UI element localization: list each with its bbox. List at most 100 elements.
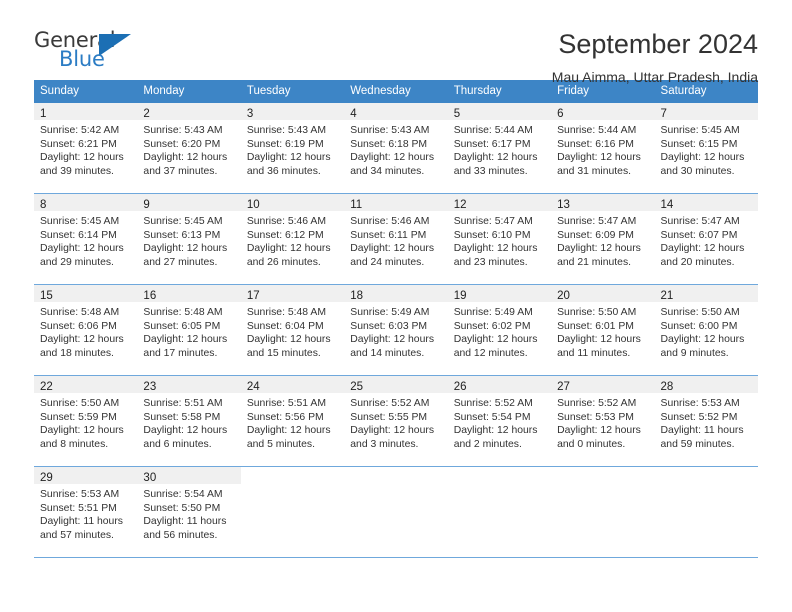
daylight-text-line1: Daylight: 12 hours xyxy=(453,152,538,164)
day-details: Sunrise: 5:43 AM Sunset: 6:18 PM Dayligh… xyxy=(344,120,447,178)
day-cell[interactable]: 14 Sunrise: 5:47 AM Sunset: 6:07 PM Dayl… xyxy=(654,194,758,284)
day-cell[interactable]: 16 Sunrise: 5:48 AM Sunset: 6:05 PM Dayl… xyxy=(137,285,241,375)
day-cell[interactable]: 15 Sunrise: 5:48 AM Sunset: 6:06 PM Dayl… xyxy=(34,285,138,375)
day-number: 22 xyxy=(40,381,53,393)
day-number: 9 xyxy=(143,199,150,211)
day-cell[interactable]: 25 Sunrise: 5:52 AM Sunset: 5:55 PM Dayl… xyxy=(344,376,448,466)
sunset-text: Sunset: 6:20 PM xyxy=(143,138,221,150)
daylight-text-line2: and 0 minutes. xyxy=(557,438,626,450)
daylight-text-line1: Daylight: 12 hours xyxy=(246,334,331,346)
sunset-text: Sunset: 6:15 PM xyxy=(660,138,738,150)
sunrise-text: Sunrise: 5:51 AM xyxy=(246,398,326,409)
day-number-band: 4 xyxy=(344,103,448,120)
sunrise-text: Sunrise: 5:46 AM xyxy=(350,216,430,227)
day-cell[interactable]: 17 Sunrise: 5:48 AM Sunset: 6:04 PM Dayl… xyxy=(240,285,345,375)
sunset-text: Sunset: 5:52 PM xyxy=(660,411,738,423)
day-cell[interactable]: 28 Sunrise: 5:53 AM Sunset: 5:52 PM Dayl… xyxy=(654,376,758,466)
day-number-band: 26 xyxy=(447,376,552,393)
sunrise-text: Sunrise: 5:49 AM xyxy=(453,307,533,318)
sunset-text: Sunset: 6:19 PM xyxy=(246,138,324,150)
daylight-text-line2: and 57 minutes. xyxy=(40,529,114,541)
day-number: 28 xyxy=(660,381,674,393)
sunrise-text: Sunrise: 5:48 AM xyxy=(143,307,223,318)
day-number-band: 16 xyxy=(137,285,241,302)
page-title: September 2024 xyxy=(558,29,758,59)
day-number-band: 13 xyxy=(551,194,655,211)
day-cell[interactable]: 27 Sunrise: 5:52 AM Sunset: 5:53 PM Dayl… xyxy=(551,376,655,466)
generalblue-logo[interactable]: General Blue xyxy=(34,28,144,76)
day-cell[interactable]: 23 Sunrise: 5:51 AM Sunset: 5:58 PM Dayl… xyxy=(137,376,241,466)
day-cell[interactable]: 11 Sunrise: 5:46 AM Sunset: 6:11 PM Dayl… xyxy=(344,194,448,284)
daylight-text-line1: Daylight: 12 hours xyxy=(557,152,641,164)
day-cell-empty xyxy=(551,467,655,557)
day-cell[interactable]: 20 Sunrise: 5:50 AM Sunset: 6:01 PM Dayl… xyxy=(551,285,655,375)
calendar-grid: Sunday Monday Tuesday Wednesday Thursday… xyxy=(34,80,758,558)
day-cell-empty xyxy=(654,467,758,557)
day-cell[interactable]: 13 Sunrise: 5:47 AM Sunset: 6:09 PM Dayl… xyxy=(551,194,655,284)
day-number-band: 20 xyxy=(551,285,655,302)
day-cell[interactable]: 2 Sunrise: 5:43 AM Sunset: 6:20 PM Dayli… xyxy=(137,103,241,193)
day-number-band: 22 xyxy=(34,376,138,393)
day-cell[interactable]: 24 Sunrise: 5:51 AM Sunset: 5:56 PM Dayl… xyxy=(240,376,345,466)
day-number-band: 12 xyxy=(447,194,552,211)
day-number-band: 29 xyxy=(34,467,138,484)
sunrise-text: Sunrise: 5:50 AM xyxy=(660,307,740,318)
day-cell[interactable]: 8 Sunrise: 5:45 AM Sunset: 6:14 PM Dayli… xyxy=(34,194,138,284)
daylight-text-line1: Daylight: 12 hours xyxy=(660,152,745,164)
day-number: 19 xyxy=(453,290,467,302)
day-cell[interactable]: 22 Sunrise: 5:50 AM Sunset: 5:59 PM Dayl… xyxy=(34,376,138,466)
daylight-text-line1: Daylight: 12 hours xyxy=(40,243,124,255)
sunrise-text: Sunrise: 5:52 AM xyxy=(557,398,637,409)
day-cell[interactable]: 4 Sunrise: 5:43 AM Sunset: 6:18 PM Dayli… xyxy=(344,103,448,193)
sunrise-text: Sunrise: 5:52 AM xyxy=(350,398,430,409)
day-details: Sunrise: 5:47 AM Sunset: 6:07 PM Dayligh… xyxy=(655,211,758,269)
day-cell-empty xyxy=(447,467,552,557)
day-number-band: 18 xyxy=(344,285,448,302)
day-number-band xyxy=(551,467,655,484)
day-cell[interactable]: 5 Sunrise: 5:44 AM Sunset: 6:17 PM Dayli… xyxy=(447,103,552,193)
daylight-text-line1: Daylight: 12 hours xyxy=(660,243,745,255)
sunrise-text: Sunrise: 5:45 AM xyxy=(143,216,223,227)
day-number-band: 19 xyxy=(447,285,552,302)
day-cell[interactable]: 1 Sunrise: 5:42 AM Sunset: 6:21 PM Dayli… xyxy=(34,103,138,193)
day-number: 10 xyxy=(246,199,260,211)
sunrise-text: Sunrise: 5:45 AM xyxy=(660,125,740,136)
day-number: 20 xyxy=(557,290,570,302)
day-cell[interactable]: 18 Sunrise: 5:49 AM Sunset: 6:03 PM Dayl… xyxy=(344,285,448,375)
day-number-band: 21 xyxy=(654,285,758,302)
sunrise-text: Sunrise: 5:43 AM xyxy=(350,125,430,136)
day-details: Sunrise: 5:52 AM Sunset: 5:54 PM Dayligh… xyxy=(448,393,551,451)
day-details: Sunrise: 5:49 AM Sunset: 6:02 PM Dayligh… xyxy=(448,302,551,360)
sunset-text: Sunset: 5:53 PM xyxy=(557,411,634,423)
day-cell[interactable]: 9 Sunrise: 5:45 AM Sunset: 6:13 PM Dayli… xyxy=(137,194,241,284)
daylight-text-line1: Daylight: 12 hours xyxy=(246,243,331,255)
weekday-header-wednesday: Wednesday xyxy=(350,85,411,97)
day-number-band: 24 xyxy=(240,376,345,393)
daylight-text-line1: Daylight: 12 hours xyxy=(557,243,641,255)
daylight-text-line1: Daylight: 12 hours xyxy=(143,425,228,437)
day-cell[interactable]: 26 Sunrise: 5:52 AM Sunset: 5:54 PM Dayl… xyxy=(447,376,552,466)
sunset-text: Sunset: 6:04 PM xyxy=(246,320,324,332)
sunrise-text: Sunrise: 5:50 AM xyxy=(40,398,120,409)
daylight-text-line1: Daylight: 12 hours xyxy=(350,425,435,437)
daylight-text-line2: and 20 minutes. xyxy=(660,256,735,268)
daylight-text-line2: and 14 minutes. xyxy=(350,347,425,359)
day-cell[interactable]: 10 Sunrise: 5:46 AM Sunset: 6:12 PM Dayl… xyxy=(240,194,345,284)
day-number: 25 xyxy=(350,381,364,393)
day-details: Sunrise: 5:53 AM Sunset: 5:52 PM Dayligh… xyxy=(655,393,758,451)
page-header: General Blue September 2024 Mau Aimma, U… xyxy=(34,0,758,85)
day-cell[interactable]: 7 Sunrise: 5:45 AM Sunset: 6:15 PM Dayli… xyxy=(654,103,758,193)
day-cell[interactable]: 6 Sunrise: 5:44 AM Sunset: 6:16 PM Dayli… xyxy=(551,103,655,193)
day-cell[interactable]: 12 Sunrise: 5:47 AM Sunset: 6:10 PM Dayl… xyxy=(447,194,552,284)
day-number-band: 14 xyxy=(654,194,758,211)
day-cell[interactable]: 19 Sunrise: 5:49 AM Sunset: 6:02 PM Dayl… xyxy=(447,285,552,375)
daylight-text-line2: and 26 minutes. xyxy=(246,256,321,268)
day-cell[interactable]: 29 Sunrise: 5:53 AM Sunset: 5:51 PM Dayl… xyxy=(34,467,138,557)
day-cell[interactable]: 3 Sunrise: 5:43 AM Sunset: 6:19 PM Dayli… xyxy=(240,103,345,193)
day-cell[interactable]: 30 Sunrise: 5:54 AM Sunset: 5:50 PM Dayl… xyxy=(137,467,241,557)
weekday-header-thursday: Thursday xyxy=(453,85,502,97)
day-number-band: 2 xyxy=(137,103,241,120)
day-cell-empty xyxy=(344,467,448,557)
day-cell[interactable]: 21 Sunrise: 5:50 AM Sunset: 6:00 PM Dayl… xyxy=(654,285,758,375)
day-number: 6 xyxy=(557,108,564,120)
